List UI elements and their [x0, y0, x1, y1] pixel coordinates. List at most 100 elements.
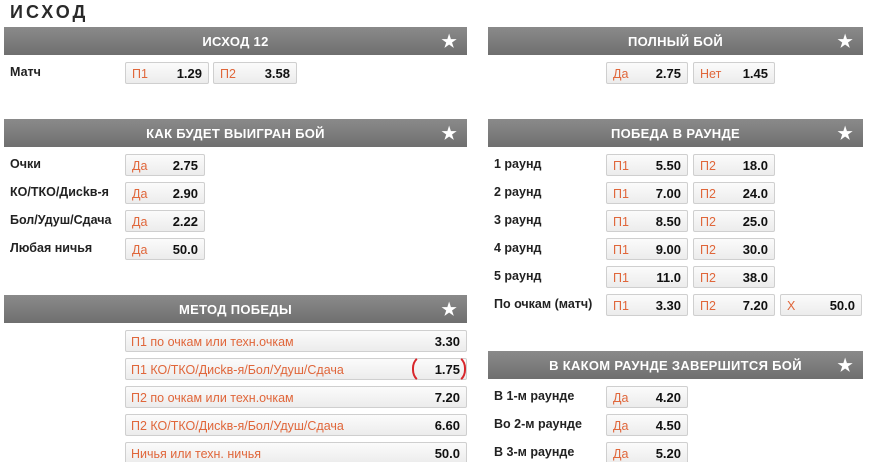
odd-button[interactable]: П2 7.20 [693, 294, 775, 316]
odd-button[interactable]: П2 38.0 [693, 266, 775, 288]
odd-button[interactable]: Х 50.0 [780, 294, 862, 316]
odd-button[interactable]: П2 24.0 [693, 182, 775, 204]
odd-button[interactable]: П1 7.00 [606, 182, 688, 204]
market-row: КО/ТКО/Дисkв-я Да 2.90 [4, 179, 467, 207]
odd-button[interactable]: П2 КО/ТКО/Дисkв-я/Бол/Удуш/Сдача 6.60 [125, 414, 467, 436]
market-row: Да 2.75 Нет 1.45 [488, 59, 863, 87]
row-label: 4 раунд [494, 241, 542, 255]
odd-button[interactable]: Да 50.0 [125, 238, 205, 260]
odd-label: П2 [220, 67, 236, 81]
row-label: 5 раунд [494, 269, 542, 283]
odd-button[interactable]: П1 9.00 [606, 238, 688, 260]
odd-label: П1 [613, 271, 629, 285]
market-row: 4 раунд П1 9.00 П2 30.0 [488, 235, 863, 263]
row-label: КО/ТКО/Дисkв-я [10, 185, 109, 199]
row-label: Матч [10, 65, 41, 79]
odd-button[interactable]: Да 5.20 [606, 442, 688, 462]
odd-value: 3.58 [264, 66, 290, 81]
row-label: В 3-м раунде [494, 445, 575, 459]
panel-full-fight: ПОЛНЫЙ БОЙ ★ Да 2.75 Нет 1.45 [488, 27, 863, 87]
odd-value: 1.45 [742, 66, 768, 81]
odd-button[interactable]: Да 4.20 [606, 386, 688, 408]
panel-finish-round: В КАКОМ РАУНДЕ ЗАВЕРШИТСЯ БОЙ ★ В 1-м ра… [488, 351, 863, 462]
odd-button[interactable]: П2 по очкам или техн.очкам 7.20 [125, 386, 467, 408]
odd-label: П2 [700, 299, 716, 313]
odd-value: 50.0 [434, 446, 460, 461]
star-icon[interactable]: ★ [837, 356, 853, 376]
panel-header: КАК БУДЕТ ВЫИГРАН БОЙ ★ [4, 119, 467, 147]
odd-value: 38.0 [742, 270, 768, 285]
odd-button[interactable]: Да 2.75 [606, 62, 688, 84]
odd-value: 8.50 [655, 214, 681, 229]
odd-value: 4.20 [655, 390, 681, 405]
odd-label: П1 [613, 159, 629, 173]
odd-value: 1.75 [434, 362, 460, 377]
panel-header: МЕТОД ПОБЕДЫ ★ [4, 295, 467, 323]
odd-label: П1 КО/ТКО/Дисkв-я/Бол/Удуш/Сдача [131, 363, 344, 377]
market-row: Матч П1 1.29 П2 3.58 [4, 59, 467, 87]
row-label: Во 2-м раунде [494, 417, 582, 431]
odd-label: Да [613, 419, 629, 433]
odd-value: 18.0 [742, 158, 768, 173]
star-icon[interactable]: ★ [441, 124, 457, 144]
odd-value: 7.20 [434, 390, 460, 405]
odd-button[interactable]: П2 30.0 [693, 238, 775, 260]
odd-value: 6.60 [434, 418, 460, 433]
odd-button[interactable]: П2 18.0 [693, 154, 775, 176]
star-icon[interactable]: ★ [441, 32, 457, 52]
odd-button[interactable]: П2 25.0 [693, 210, 775, 232]
odd-button[interactable]: Ничья или техн. ничья 50.0 [125, 442, 467, 462]
panel-how-won: КАК БУДЕТ ВЫИГРАН БОЙ ★ Очки Да 2.75 КО/… [4, 119, 467, 263]
market-row: 1 раунд П1 5.50 П2 18.0 [488, 151, 863, 179]
odd-button[interactable]: Да 2.90 [125, 182, 205, 204]
odd-label: П1 [613, 299, 629, 313]
odd-button[interactable]: П1 11.0 [606, 266, 688, 288]
odd-value: 9.00 [655, 242, 681, 257]
panel-header: ПОБЕДА В РАУНДЕ ★ [488, 119, 863, 147]
odd-value: 3.30 [655, 298, 681, 313]
panel-header: ПОЛНЫЙ БОЙ ★ [488, 27, 863, 55]
star-icon[interactable]: ★ [441, 300, 457, 320]
odd-button[interactable]: Да 4.50 [606, 414, 688, 436]
odd-button[interactable]: Да 2.75 [125, 154, 205, 176]
odd-label: Да [132, 215, 148, 229]
star-icon[interactable]: ★ [837, 32, 853, 52]
row-label: В 1-м раунде [494, 389, 575, 403]
odd-label: Да [613, 67, 629, 81]
row-label: 1 раунд [494, 157, 542, 171]
market-row: 3 раунд П1 8.50 П2 25.0 [488, 207, 863, 235]
odd-button[interactable]: Нет 1.45 [693, 62, 775, 84]
row-label: Бол/Удуш/Сдача [10, 213, 112, 227]
row-label: Очки [10, 157, 41, 171]
odd-value: 2.90 [172, 186, 198, 201]
odd-value: 4.50 [655, 418, 681, 433]
panel-header: ИСХОД 12 ★ [4, 27, 467, 55]
panel-outcome-12: ИСХОД 12 ★ Матч П1 1.29 П2 3.58 [4, 27, 467, 87]
odd-label: Ничья или техн. ничья [131, 447, 262, 461]
odd-value: 2.75 [172, 158, 198, 173]
row-label: 3 раунд [494, 213, 542, 227]
odd-value: 7.20 [742, 298, 768, 313]
odd-button[interactable]: Да 2.22 [125, 210, 205, 232]
market-row: В 1-м раунде Да 4.20 [488, 383, 863, 411]
odd-button[interactable]: П2 3.58 [213, 62, 297, 84]
odd-button[interactable]: П1 по очкам или техн.очкам 3.30 [125, 330, 467, 352]
odd-value: 2.22 [172, 214, 198, 229]
star-icon[interactable]: ★ [837, 124, 853, 144]
odd-value: 3.30 [434, 334, 460, 349]
odd-label: Х [787, 299, 796, 313]
odd-label: Да [132, 159, 148, 173]
odd-button[interactable]: П1 3.30 [606, 294, 688, 316]
odd-value: 24.0 [742, 186, 768, 201]
odd-value: 5.50 [655, 158, 681, 173]
odd-value: 11.0 [656, 270, 681, 285]
odd-button[interactable]: П1 8.50 [606, 210, 688, 232]
odd-button[interactable]: П1 5.50 [606, 154, 688, 176]
panel-title: ИСХОД 12 [202, 33, 269, 49]
odd-label: П1 [613, 187, 629, 201]
odd-label: П2 [700, 243, 716, 257]
odd-button[interactable]: П1 КО/ТКО/Дисkв-я/Бол/Удуш/Сдача 1.75 [125, 354, 467, 384]
panel-title: ПОЛНЫЙ БОЙ [627, 33, 724, 49]
odd-button[interactable]: П1 1.29 [125, 62, 209, 84]
panel-victory-method: МЕТОД ПОБЕДЫ ★ П1 по очкам или техн.очка… [4, 295, 467, 462]
